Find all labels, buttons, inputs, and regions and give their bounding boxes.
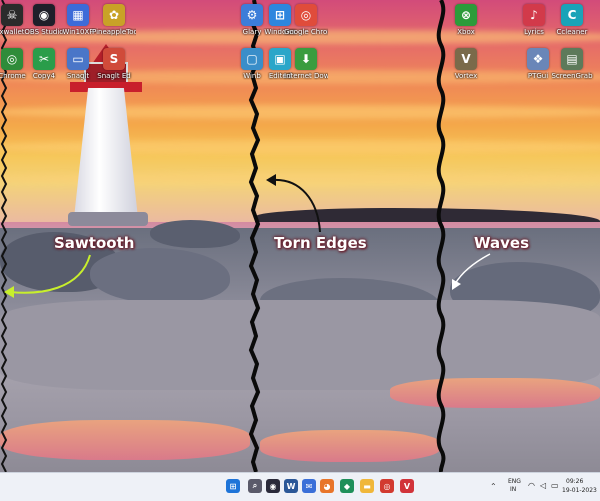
globe-icon: ⬇ [295, 48, 317, 70]
desktop-icon-label: PineappleTool [92, 28, 136, 36]
chat-icon[interactable]: ✉ [302, 479, 316, 493]
desktop-icon[interactable]: ▤ ScreenGrab [550, 48, 594, 80]
desktop-icon[interactable]: ◎ Google Chrome [284, 4, 328, 36]
chrome-icon: ◎ [1, 48, 23, 70]
music-icon: ♪ [523, 4, 545, 26]
windows-start-icon[interactable]: ⊞ [226, 479, 240, 493]
tray-time[interactable]: 09:26 [566, 478, 583, 485]
pineapple-icon: ✿ [103, 4, 125, 26]
store-icon[interactable]: ◆ [340, 479, 354, 493]
desktop-icon-label: Xbox [457, 28, 475, 36]
tray-language-top[interactable]: ENG [508, 478, 521, 485]
waves-label: Waves [474, 234, 530, 252]
desktop-icon[interactable]: S Snaglt Ed [92, 48, 136, 80]
wifi-icon[interactable]: ◠ [528, 481, 535, 490]
word-icon[interactable]: W [284, 479, 298, 493]
tray-language-bottom[interactable]: IN [510, 486, 516, 493]
torn-edges-label: Torn Edges [274, 234, 367, 252]
torn-edges-arrowhead [266, 174, 276, 186]
map-icon: ▤ [561, 48, 583, 70]
desktop-icon[interactable]: V Vortex [444, 48, 488, 80]
torn-edges-arrow [271, 178, 321, 233]
tray-date[interactable]: 19-01-2023 [562, 487, 597, 494]
desktop-icon[interactable]: ⬇ Internet Downlo... [284, 48, 328, 80]
chrome-icon[interactable]: ◎ [380, 479, 394, 493]
ccleaner-icon: C [561, 4, 583, 26]
desktop-icon[interactable]: ⊗ Xbox [444, 4, 488, 36]
sawtooth-label: Sawtooth [54, 234, 135, 252]
obs-icon: ◉ [33, 4, 55, 26]
volume-icon[interactable]: ◁ [540, 481, 546, 490]
desktop-icon-label: Snaglt Ed [97, 72, 131, 80]
gear-icon: ❖ [527, 48, 549, 70]
desktop-icon-label: Ccleaner [556, 28, 588, 36]
vortex-icon: V [455, 48, 477, 70]
explorer-icon[interactable]: ▬ [360, 479, 374, 493]
desktop-icon-label: Internet Downlo... [284, 72, 328, 80]
window-icon: ▭ [67, 48, 89, 70]
battery-icon[interactable]: ▭ [551, 481, 559, 490]
desktop-icon-label: Vortex [454, 72, 478, 80]
package-icon: ▦ [67, 4, 89, 26]
search-icon[interactable]: ⌕ [248, 479, 262, 493]
desktop-icon-label: ScreenGrab [551, 72, 593, 80]
desktop-icon[interactable]: ✿ PineappleTool [92, 4, 136, 36]
desktop-icon[interactable]: C Ccleaner [550, 4, 594, 36]
vivaldi-icon[interactable]: V [400, 479, 414, 493]
scissors-icon: ✂ [33, 48, 55, 70]
desktop: Sawtooth Torn Edges Waves ☠ xwallet ◉ OBS S… [0, 0, 600, 501]
skull-icon: ☠ [1, 4, 23, 26]
desktop-icon-label: Google Chrome [284, 28, 328, 36]
xbox-icon: ⊗ [455, 4, 477, 26]
camera-icon[interactable]: ◉ [266, 479, 280, 493]
waves-arrow [454, 253, 491, 285]
sawtooth-arrow [9, 254, 91, 294]
tray-chevron-icon[interactable]: ⌃ [490, 482, 497, 491]
wave-edge [436, 0, 446, 472]
chrome-icon: ◎ [295, 4, 317, 26]
snagit-icon: S [103, 48, 125, 70]
firefox-icon[interactable]: ◕ [320, 479, 334, 493]
